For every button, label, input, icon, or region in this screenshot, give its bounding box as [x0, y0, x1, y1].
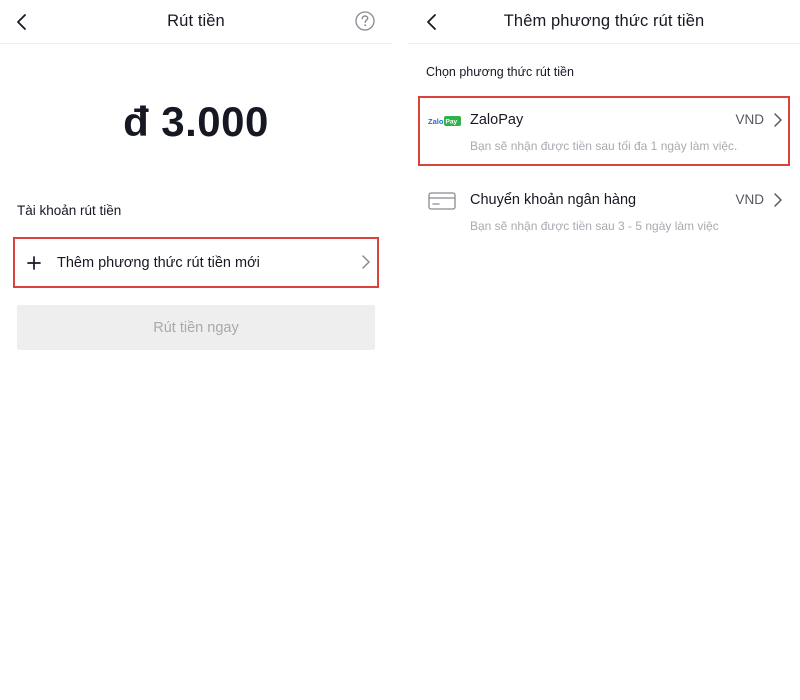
withdraw-amount: đ 3.000 — [0, 98, 392, 146]
method-description: Bạn sẽ nhận được tiền sau 3 - 5 ngày làm… — [470, 219, 719, 233]
chevron-right-icon — [774, 193, 782, 207]
method-name: Chuyển khoản ngân hàng — [470, 192, 637, 208]
account-section-label: Tài khoản rút tiền — [17, 203, 122, 218]
withdraw-now-button[interactable]: Rút tiền ngay — [17, 305, 375, 350]
withdraw-screen: Rút tiền đ 3.000 Tài khoản rút tiền Thêm… — [0, 0, 392, 700]
method-description: Bạn sẽ nhận được tiền sau tối đa 1 ngày … — [470, 139, 738, 153]
page-title: Thêm phương thức rút tiền — [503, 12, 705, 30]
help-button[interactable] — [354, 10, 376, 32]
add-method-label: Thêm phương thức rút tiền mới — [57, 254, 260, 271]
zalopay-logo-icon: Zalo Pay — [428, 116, 461, 126]
logo-text-pay: Pay — [446, 119, 458, 126]
add-withdraw-method-button[interactable]: Thêm phương thức rút tiền mới — [13, 237, 379, 288]
plus-icon — [25, 254, 43, 272]
currency-symbol: đ — [123, 98, 150, 145]
bank-card-icon — [428, 192, 456, 210]
chevron-right-icon — [362, 255, 370, 269]
add-method-screen: Thêm phương thức rút tiền Chọn phương th… — [408, 0, 800, 700]
method-zalopay[interactable]: Zalo Pay ZaloPay VND Bạn sẽ nhận được ti… — [418, 96, 790, 166]
method-currency: VND — [735, 112, 764, 127]
page-title: Rút tiền — [167, 12, 225, 30]
add-method-header: Thêm phương thức rút tiền — [408, 0, 800, 44]
amount-value: 3.000 — [161, 98, 269, 145]
chevron-right-icon — [774, 113, 782, 127]
question-circle-icon — [355, 11, 375, 31]
method-name: ZaloPay — [470, 112, 524, 128]
logo-text-zalo: Zalo — [428, 117, 444, 126]
withdraw-header: Rút tiền — [0, 0, 392, 44]
method-currency: VND — [735, 192, 764, 207]
method-bank-transfer[interactable]: Chuyển khoản ngân hàng VND Bạn sẽ nhận đ… — [418, 186, 790, 236]
choose-method-label: Chọn phương thức rút tiền — [426, 65, 574, 79]
